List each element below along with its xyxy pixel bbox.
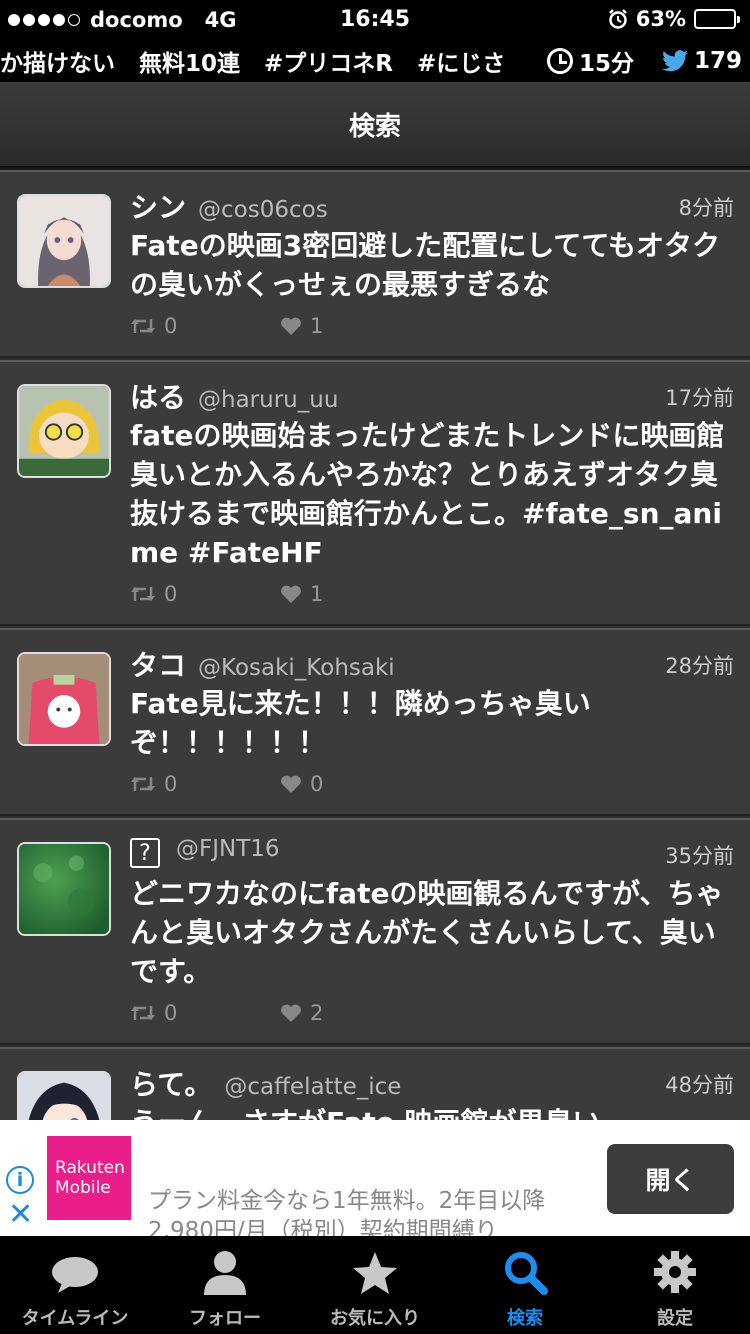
tweet-author-handle[interactable]: @Kosaki_Kohsaki xyxy=(198,655,395,681)
ad-logo-line1: Rakuten xyxy=(55,1158,125,1178)
tweet-text: Fate見に来た！！！隣めっちゃ臭いぞ！！！！！！ xyxy=(130,687,591,759)
trend-item[interactable]: #にじさ xyxy=(417,44,505,78)
heart-icon xyxy=(281,317,301,335)
tweet-timestamp: 8分前 xyxy=(678,196,734,220)
status-bar: docomo 4G 16:45 63% xyxy=(0,0,750,40)
battery-icon xyxy=(694,9,740,29)
trend-item[interactable]: か描けない xyxy=(0,44,115,78)
tweet-feed[interactable]: シン @cos06cos 8分前 Fateの映画3密回避した配置にしててもオタクの臭い… xyxy=(0,170,750,1120)
tab-search[interactable]: 検索 xyxy=(450,1236,600,1334)
tweet-item[interactable]: ? @FJNT16 35分前どニワカなのにfateの映画観るんですが、ちゃんと臭いオ… xyxy=(0,818,750,1045)
heart-icon xyxy=(281,585,301,603)
retweet-count: 0 xyxy=(164,582,178,606)
tweet-item[interactable]: タコ @Kosaki_Kohsaki 28分前 Fate見に来た！！！隣めっちゃ臭いぞ… xyxy=(0,628,750,816)
speech-bubble-icon xyxy=(50,1255,100,1304)
tweet-author-name[interactable]: はる xyxy=(130,376,186,416)
tweet-author-handle[interactable]: @haruru_uu xyxy=(198,387,338,413)
tab-label: フォロー xyxy=(189,1308,261,1329)
like-count: 0 xyxy=(310,772,324,796)
trend-interval: 15分 xyxy=(578,51,634,77)
like-button[interactable]: 0 xyxy=(280,772,430,796)
tab-label: 設定 xyxy=(657,1308,693,1329)
tweet-timestamp: 48分前 xyxy=(665,1073,734,1097)
twitter-bird-icon xyxy=(661,50,688,72)
retweet-button[interactable]: 0 xyxy=(130,582,280,606)
search-icon xyxy=(502,1249,548,1304)
trend-item[interactable]: 無料10連 xyxy=(139,44,240,78)
tweet-timestamp: 17分前 xyxy=(665,386,734,410)
trend-item[interactable]: #プリコネR xyxy=(264,44,393,78)
ad-logo[interactable]: Rakuten Mobile xyxy=(47,1136,131,1220)
tweet-author-name[interactable]: らて。 xyxy=(130,1063,212,1103)
tab-label: タイムライン xyxy=(21,1308,129,1329)
retweet-button[interactable]: 0 xyxy=(130,314,280,338)
ad-open-button[interactable]: 開く xyxy=(607,1144,734,1214)
tab-person[interactable]: フォロー xyxy=(150,1236,300,1334)
ad-info-icon[interactable]: i xyxy=(6,1166,34,1194)
tweet-text: Fateの映画3密回避した配置にしててもオタクの臭いがくっせぇの最悪すぎるな xyxy=(130,229,721,301)
ad-banner[interactable]: i ✕ Rakuten Mobile プラン料金今なら1年無料。2年目以降2,9… xyxy=(0,1120,750,1244)
tab-bar: タイムライン フォロー お気に入り 検索 設定 xyxy=(0,1236,750,1334)
like-count: 1 xyxy=(310,314,324,338)
page-title: 検索 xyxy=(348,111,401,142)
avatar[interactable] xyxy=(17,384,111,478)
like-button[interactable]: 2 xyxy=(280,1001,430,1025)
retweet-count: 0 xyxy=(164,1001,178,1025)
retweet-icon xyxy=(131,777,155,791)
gear-icon xyxy=(652,1249,698,1304)
retweet-icon xyxy=(131,1006,155,1020)
retweet-icon xyxy=(131,587,155,601)
page-header: 検索 xyxy=(0,82,750,168)
tweet-text: うーん、さすがFate 映画館が男臭い、、、 xyxy=(130,1103,734,1120)
avatar[interactable] xyxy=(17,652,111,746)
like-button[interactable]: 1 xyxy=(280,582,430,606)
heart-icon xyxy=(281,1004,301,1022)
heart-icon xyxy=(281,775,301,793)
retweet-button[interactable]: 0 xyxy=(130,772,280,796)
tweet-author-handle[interactable]: @caffelatte_ice xyxy=(224,1074,401,1100)
avatar[interactable] xyxy=(17,194,111,288)
tab-label: 検索 xyxy=(507,1308,543,1329)
star-icon xyxy=(352,1251,398,1304)
tab-star[interactable]: お気に入り xyxy=(300,1236,450,1334)
ad-logo-line2: Mobile xyxy=(55,1178,111,1198)
avatar[interactable] xyxy=(17,842,111,936)
tweet-author-name[interactable]: タコ xyxy=(130,644,186,684)
ad-close-icon[interactable]: ✕ xyxy=(8,1200,33,1230)
tweet-text: fateの映画始まったけどまたトレンドに映画館臭いとか入るんやろかな？とりあえず… xyxy=(130,419,725,569)
tweet-author-handle[interactable]: @FJNT16 xyxy=(176,836,280,862)
retweet-button[interactable]: 0 xyxy=(130,1001,280,1025)
tweet-timestamp: 35分前 xyxy=(665,844,734,868)
retweet-count: 0 xyxy=(164,772,178,796)
trend-ticker[interactable]: か描けない 無料10連 #プリコネR #にじさ 15分 179 xyxy=(0,40,750,82)
tweet-author-name[interactable]: シン xyxy=(130,186,186,226)
tweet-text: どニワカなのにfateの映画観るんですが、ちゃんと臭いオタクさんがたくさんいらし… xyxy=(130,877,724,988)
tab-gear[interactable]: 設定 xyxy=(600,1236,750,1334)
person-icon xyxy=(202,1249,248,1304)
like-button[interactable]: 1 xyxy=(280,314,430,338)
like-count: 1 xyxy=(310,582,324,606)
retweet-count: 0 xyxy=(164,314,178,338)
tweet-count: 179 xyxy=(693,48,742,74)
tweet-item[interactable]: らて。 @caffelatte_ice 48分前うーん、さすがFate 映画館が男臭… xyxy=(0,1047,750,1120)
tweet-author-handle[interactable]: @cos06cos xyxy=(198,197,328,223)
retweet-icon xyxy=(131,319,155,333)
tab-label: お気に入り xyxy=(330,1308,420,1329)
unknown-avatar-icon: ? xyxy=(130,838,160,868)
tweet-item[interactable]: はる @haruru_uu 17分前 fateの映画始まったけどまたトレンドに映画館臭… xyxy=(0,360,750,626)
clock-icon xyxy=(546,48,573,74)
alarm-icon xyxy=(608,9,627,29)
avatar[interactable] xyxy=(17,1071,111,1120)
battery-percent: 63% xyxy=(635,7,686,31)
tab-speech-bubble[interactable]: タイムライン xyxy=(0,1236,150,1334)
tweet-timestamp: 28分前 xyxy=(665,654,734,678)
tweet-item[interactable]: シン @cos06cos 8分前 Fateの映画3密回避した配置にしててもオタクの臭い… xyxy=(0,170,750,358)
like-count: 2 xyxy=(310,1001,324,1025)
